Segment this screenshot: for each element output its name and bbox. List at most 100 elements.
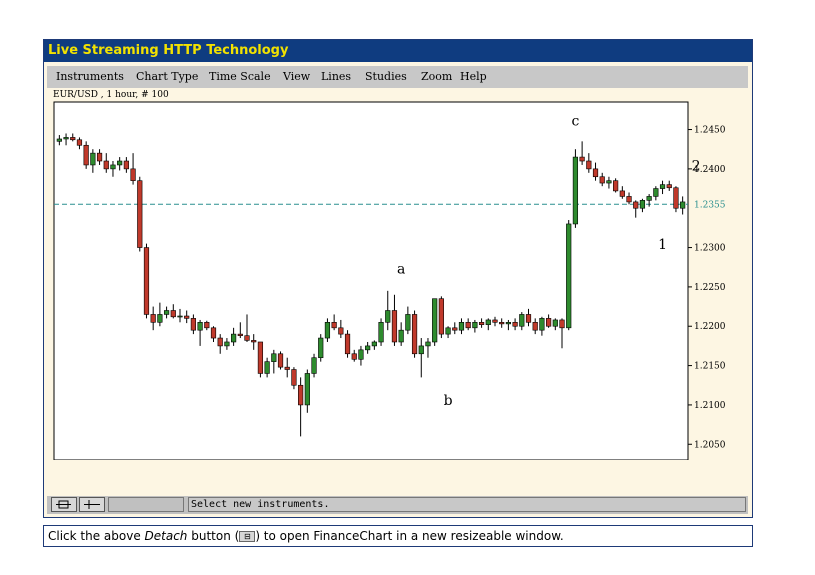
candle-body xyxy=(264,361,270,374)
candle-body xyxy=(505,322,511,325)
candle xyxy=(566,220,572,331)
detach-icon xyxy=(56,500,71,509)
wave-annotation: a xyxy=(397,262,405,278)
y-tick-label: 1.2200 xyxy=(694,322,726,332)
candle-body xyxy=(680,201,686,209)
candle-body xyxy=(304,373,310,406)
candle-body xyxy=(170,310,176,318)
candle-body xyxy=(130,168,136,181)
crosshair-button[interactable] xyxy=(79,497,105,512)
crosshair-icon xyxy=(84,500,100,509)
candle-body xyxy=(512,322,518,327)
detach-icon: ⊟ xyxy=(239,531,256,542)
candle-body xyxy=(445,327,451,335)
candle-body xyxy=(452,327,458,331)
candle-body xyxy=(592,168,599,178)
candle-body xyxy=(190,318,196,331)
candle-body xyxy=(324,322,331,339)
candle-body xyxy=(365,345,371,351)
wave-annotation: c xyxy=(571,114,579,130)
candle-body xyxy=(123,160,129,170)
wave-annotation: 2 xyxy=(692,158,701,174)
caption-text-mid: button ( xyxy=(187,529,240,543)
candle-body xyxy=(318,337,324,359)
candle-body xyxy=(586,160,592,170)
candle-body xyxy=(163,310,170,315)
y-tick-label: 1.2050 xyxy=(694,440,726,450)
candle xyxy=(143,243,150,319)
candle-body xyxy=(378,322,384,343)
candle-body xyxy=(311,357,317,374)
candle-body xyxy=(465,322,471,329)
candle-body xyxy=(659,184,666,189)
candle xyxy=(137,176,143,252)
candle-body xyxy=(626,196,632,203)
candle-body xyxy=(559,319,565,329)
candle-body xyxy=(110,164,116,170)
candle xyxy=(438,296,444,339)
candle-body xyxy=(70,137,76,141)
detach-button[interactable] xyxy=(51,497,77,512)
candle-body xyxy=(478,322,485,325)
candle-body xyxy=(405,314,411,331)
candle-body xyxy=(291,369,297,386)
candle-body xyxy=(157,314,163,323)
candle xyxy=(613,178,619,193)
candle-body xyxy=(338,327,344,335)
status-field xyxy=(108,497,184,512)
candle-body xyxy=(566,223,572,329)
candle-body xyxy=(277,353,284,368)
candle-body xyxy=(613,180,619,192)
wave-annotation: b xyxy=(444,393,453,409)
caption-detach-word: Detach xyxy=(144,529,188,543)
candle-body xyxy=(572,156,579,225)
candle xyxy=(673,186,679,213)
candle-body xyxy=(298,384,304,406)
candle-body xyxy=(177,315,183,318)
candle-body xyxy=(103,160,109,170)
candle-body xyxy=(499,322,505,325)
candle-body xyxy=(117,160,123,166)
candle-body xyxy=(271,353,277,362)
wave-annotation: 1 xyxy=(658,237,667,253)
y-tick-label: 1.2100 xyxy=(694,401,726,411)
candle xyxy=(344,330,351,358)
candle-body xyxy=(257,341,264,374)
candle-body xyxy=(606,180,612,184)
candle-body xyxy=(579,156,585,162)
plot-area xyxy=(53,101,689,460)
candle-body xyxy=(56,138,62,142)
candle xyxy=(257,341,264,378)
candle-body xyxy=(673,187,679,209)
candle-body xyxy=(385,310,391,323)
candle-body xyxy=(458,322,465,331)
candle-body xyxy=(224,341,230,347)
candle-body xyxy=(237,333,243,336)
candle-body xyxy=(358,349,364,360)
candle-body xyxy=(331,322,337,329)
candle xyxy=(432,298,438,346)
candle xyxy=(572,149,579,228)
candle xyxy=(318,334,324,362)
price-chart[interactable]: 1.24501.24001.23001.22501.22001.21501.21… xyxy=(44,40,752,460)
candle-body xyxy=(63,137,69,140)
candle-body xyxy=(425,341,431,347)
candle-body xyxy=(418,345,424,355)
candle-body xyxy=(411,314,418,355)
candle-body xyxy=(646,196,652,201)
candle-body xyxy=(639,200,646,209)
candle-body xyxy=(398,329,404,343)
candle-body xyxy=(251,340,257,343)
candle-body xyxy=(653,188,659,197)
candle xyxy=(83,141,89,169)
candle-body xyxy=(552,319,558,327)
candle-body xyxy=(532,322,538,331)
candle-body xyxy=(143,247,150,315)
candle-body xyxy=(137,180,143,248)
candle-body xyxy=(150,314,156,323)
y-tick-label: 1.2450 xyxy=(694,126,726,136)
candle-body xyxy=(351,353,357,360)
candle-body xyxy=(231,333,237,343)
candle-body xyxy=(76,139,83,146)
candle xyxy=(378,318,384,346)
